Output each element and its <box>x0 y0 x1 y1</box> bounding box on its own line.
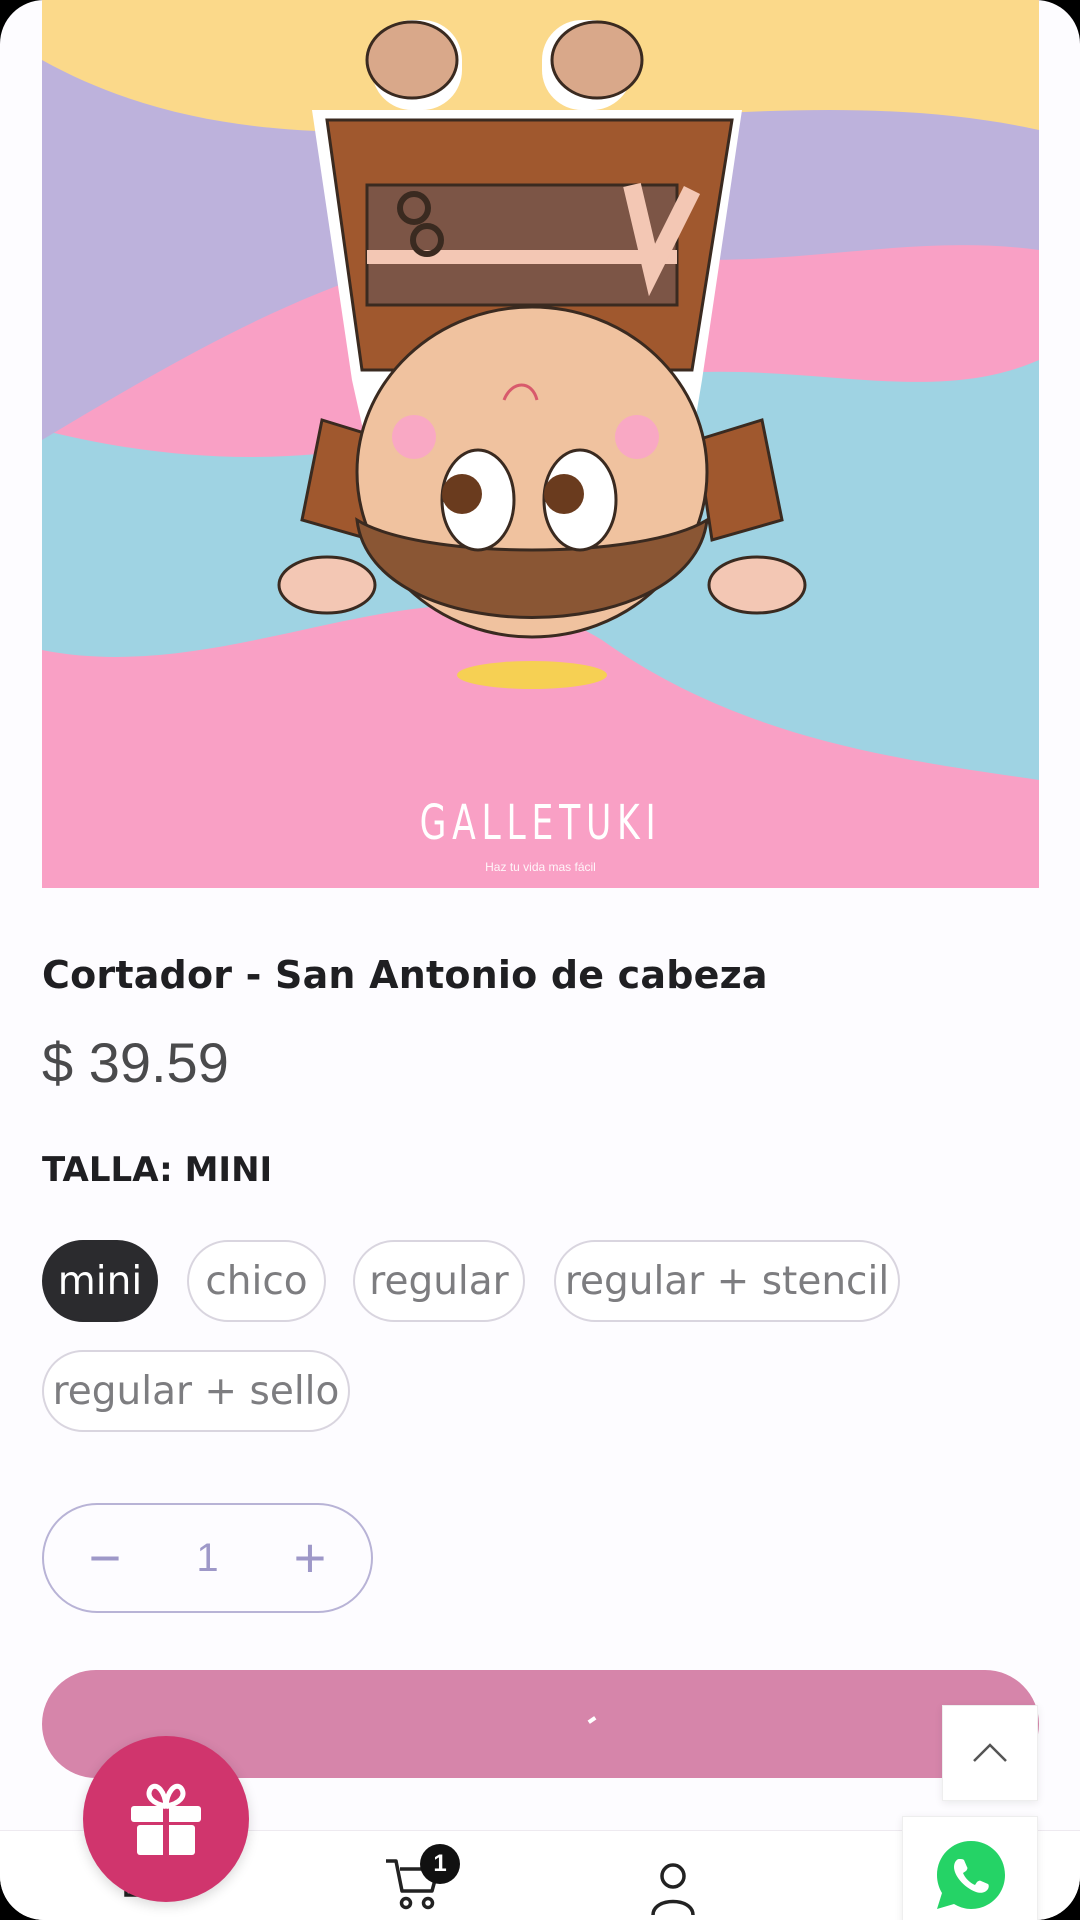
screen: GALLETUKI Haz tu vida mas fácil Cortador… <box>0 0 1080 1920</box>
size-label-prefix: TALLA: <box>42 1150 173 1190</box>
product-image: GALLETUKI Haz tu vida mas fácil <box>42 0 1039 888</box>
cart-count-badge: 1 <box>420 1844 460 1884</box>
size-label-value: MINI <box>184 1150 273 1190</box>
loading-indicator <box>587 1716 597 1724</box>
whatsapp-button[interactable] <box>902 1816 1038 1920</box>
chevron-up-icon <box>973 1743 1007 1762</box>
size-option-regular[interactable]: regular <box>353 1240 525 1322</box>
whatsapp-icon <box>937 1841 1005 1909</box>
increase-quantity-button[interactable]: + <box>285 1530 335 1586</box>
gift-icon <box>131 1783 201 1855</box>
user-icon[interactable] <box>648 1861 698 1917</box>
product-title: Cortador - San Antonio de cabeza <box>42 953 768 997</box>
gift-button[interactable] <box>83 1736 249 1902</box>
decrease-quantity-button[interactable]: − <box>80 1530 130 1586</box>
size-option-regular-sello[interactable]: regular + sello <box>42 1350 350 1432</box>
product-illustration <box>42 0 1039 888</box>
scroll-to-top-button[interactable] <box>942 1705 1038 1801</box>
size-option-mini[interactable]: mini <box>42 1240 158 1322</box>
size-option-regular-stencil[interactable]: regular + stencil <box>554 1240 900 1322</box>
product-price: $ 39.59 <box>42 1031 229 1094</box>
size-option-chico[interactable]: chico <box>187 1240 326 1322</box>
brand-logo: GALLETUKI <box>419 795 662 851</box>
quantity-stepper: − 1 + <box>42 1503 373 1613</box>
quantity-value[interactable]: 1 <box>196 1536 218 1581</box>
size-label: TALLA: MINI <box>42 1150 272 1190</box>
brand-tagline: Haz tu vida mas fácil <box>485 860 596 874</box>
